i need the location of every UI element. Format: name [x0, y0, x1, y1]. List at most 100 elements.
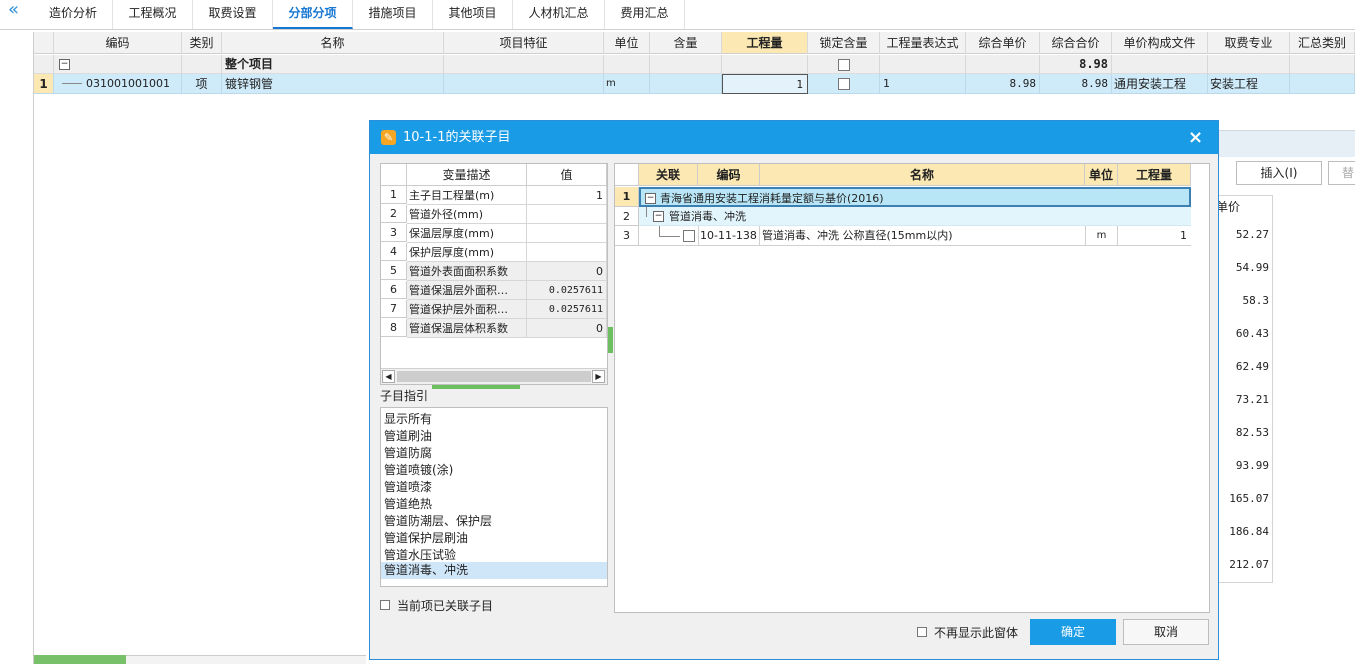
var-value-input[interactable]: 1 — [527, 186, 607, 205]
var-desc: 管道外表面面积系数 — [407, 262, 527, 281]
dialog-title-bar[interactable]: ✎ 10-1-1的关联子目 × — [370, 121, 1218, 154]
tree-line — [646, 207, 647, 217]
collapse-icon[interactable]: − — [645, 193, 656, 204]
linked-subitems-dialog: ✎ 10-1-1的关联子目 × 变量描述 值 1 主子目工程量(m) 1 2 管… — [369, 120, 1219, 660]
lock-content-checkbox[interactable] — [838, 59, 850, 71]
var-desc: 保温层厚度(mm) — [407, 224, 527, 243]
vertical-splitter[interactable] — [608, 327, 613, 353]
horizontal-splitter[interactable] — [432, 385, 520, 389]
tree-line — [62, 83, 82, 84]
lock-content-checkbox[interactable] — [838, 78, 850, 90]
col-header-type[interactable]: 类别 — [182, 32, 222, 54]
price-cell: 93.99 — [1235, 459, 1269, 472]
subitem-qty-input[interactable]: 1 — [1118, 226, 1191, 245]
collapse-icon[interactable]: − — [59, 59, 70, 70]
var-desc: 管道保护层外面积… — [407, 300, 527, 319]
guide-item[interactable]: 管道水压试验 — [384, 546, 456, 563]
var-row-index: 2 — [381, 205, 407, 223]
var-header-desc: 变量描述 — [407, 164, 527, 186]
guide-item-show-all[interactable]: 显示所有 — [384, 410, 432, 427]
subitem-code: 10-11-138 — [698, 226, 760, 245]
guide-item[interactable]: 管道喷镀(涂) — [384, 461, 453, 478]
col-header-summary-type[interactable]: 汇总类别 — [1290, 32, 1355, 54]
collapse-icon[interactable]: − — [653, 211, 664, 222]
collapse-panel-icon[interactable]: « — [8, 0, 28, 22]
col-header-content[interactable]: 含量 — [650, 32, 722, 54]
tree-row[interactable]: − 管道消毒、冲洗 — [639, 207, 1191, 226]
col-header-name[interactable]: 名称 — [222, 32, 444, 54]
scroll-right-icon[interactable]: ▶ — [592, 370, 605, 383]
col-header-total-price[interactable]: 综合合价 — [1040, 32, 1112, 54]
background-panel-header — [1218, 130, 1355, 157]
var-row-index: 7 — [381, 300, 407, 318]
row-lock-cell — [808, 74, 880, 94]
tab-sub-items[interactable]: 分部分项 — [273, 0, 353, 29]
var-header-value: 值 — [527, 164, 607, 186]
close-icon[interactable]: × — [1188, 121, 1203, 154]
row-code-cell: − — [54, 55, 182, 74]
var-corner — [381, 164, 407, 186]
var-desc: 管道保温层外面积… — [407, 281, 527, 300]
tree-row-index: 2 — [615, 207, 639, 226]
col-header-features[interactable]: 项目特征 — [444, 32, 604, 54]
row-features-cell — [444, 55, 604, 74]
row-type-cell — [182, 55, 222, 74]
grid-corner — [34, 32, 54, 54]
quantity-input[interactable]: 1 — [722, 74, 808, 94]
price-cell: 62.49 — [1235, 360, 1269, 373]
insert-button[interactable]: 插入(I) — [1236, 161, 1322, 185]
dialog-title: 10-1-1的关联子目 — [403, 130, 511, 145]
unit-price-header: 单价 — [1216, 200, 1241, 214]
tab-other-items[interactable]: 其他项目 — [433, 0, 513, 29]
tree-header-link: 关联 — [639, 164, 698, 186]
row-expr-cell[interactable]: 1 — [880, 74, 966, 94]
price-cell: 212.07 — [1229, 558, 1269, 571]
var-row-index: 3 — [381, 224, 407, 242]
tab-fee-summary[interactable]: 费用汇总 — [605, 0, 685, 29]
col-header-code[interactable]: 编码 — [54, 32, 182, 54]
col-header-unit-price[interactable]: 综合单价 — [966, 32, 1040, 54]
col-header-quantity[interactable]: 工程量 — [722, 32, 808, 54]
tab-fee-settings[interactable]: 取费设置 — [193, 0, 273, 29]
tab-project-overview[interactable]: 工程概况 — [113, 0, 193, 29]
current-linked-checkbox[interactable] — [380, 600, 390, 610]
tab-measures[interactable]: 措施项目 — [353, 0, 433, 29]
col-header-quantity-expr[interactable]: 工程量表达式 — [880, 32, 966, 54]
cancel-button[interactable]: 取消 — [1123, 619, 1209, 645]
next-button[interactable]: 替 — [1328, 161, 1355, 185]
ok-button[interactable]: 确定 — [1030, 619, 1116, 645]
var-value-input[interactable] — [527, 224, 607, 243]
price-cell: 54.99 — [1235, 261, 1269, 274]
var-value: 0 — [527, 262, 607, 281]
tree-row-selected[interactable]: − 青海省通用安装工程消耗量定额与基价(2016) — [639, 187, 1191, 207]
guide-item[interactable]: 管道保护层刷油 — [384, 529, 468, 546]
tab-cost-analysis[interactable]: 造价分析 — [34, 0, 113, 29]
guide-item[interactable]: 管道刷油 — [384, 427, 432, 444]
tab-labor-material-summary[interactable]: 人材机汇总 — [513, 0, 605, 29]
col-header-price-file[interactable]: 单价构成文件 — [1112, 32, 1208, 54]
col-header-fee-specialty[interactable]: 取费专业 — [1208, 32, 1290, 54]
col-header-lock-content[interactable]: 锁定含量 — [808, 32, 880, 54]
tree-row[interactable]: 10-11-138 管道消毒、冲洗 公称直径(15mm以内) m 1 — [639, 226, 1191, 246]
row-qty-cell — [722, 55, 808, 74]
row-specialty-cell: 安装工程 — [1208, 74, 1290, 94]
var-value: 0.0257611 — [527, 300, 607, 319]
guide-item[interactable]: 管道喷漆 — [384, 478, 432, 495]
scrollbar-thumb[interactable] — [397, 371, 591, 382]
no-show-checkbox[interactable] — [917, 627, 927, 637]
guide-item[interactable]: 管道绝热 — [384, 495, 432, 512]
variable-table: 变量描述 值 1 主子目工程量(m) 1 2 管道外径(mm) 3 保温层厚度(… — [380, 163, 608, 385]
guide-item[interactable]: 管道防腐 — [384, 444, 432, 461]
subitem-unit: m — [1085, 226, 1118, 245]
guide-item[interactable]: 管道防潮层、保护层 — [384, 512, 492, 529]
no-show-label: 不再显示此窗体 — [934, 626, 1019, 640]
link-checkbox[interactable] — [683, 230, 695, 242]
row-file-cell — [1112, 55, 1208, 74]
col-header-unit[interactable]: 单位 — [604, 32, 650, 54]
guide-item-selected[interactable]: 管道消毒、冲洗 — [381, 562, 607, 579]
var-value-input[interactable] — [527, 205, 607, 224]
var-value-input[interactable] — [527, 243, 607, 262]
row-summary-cell — [1290, 74, 1355, 94]
horizontal-scrollbar[interactable]: ◀ ▶ — [381, 368, 607, 384]
scroll-left-icon[interactable]: ◀ — [382, 370, 395, 383]
